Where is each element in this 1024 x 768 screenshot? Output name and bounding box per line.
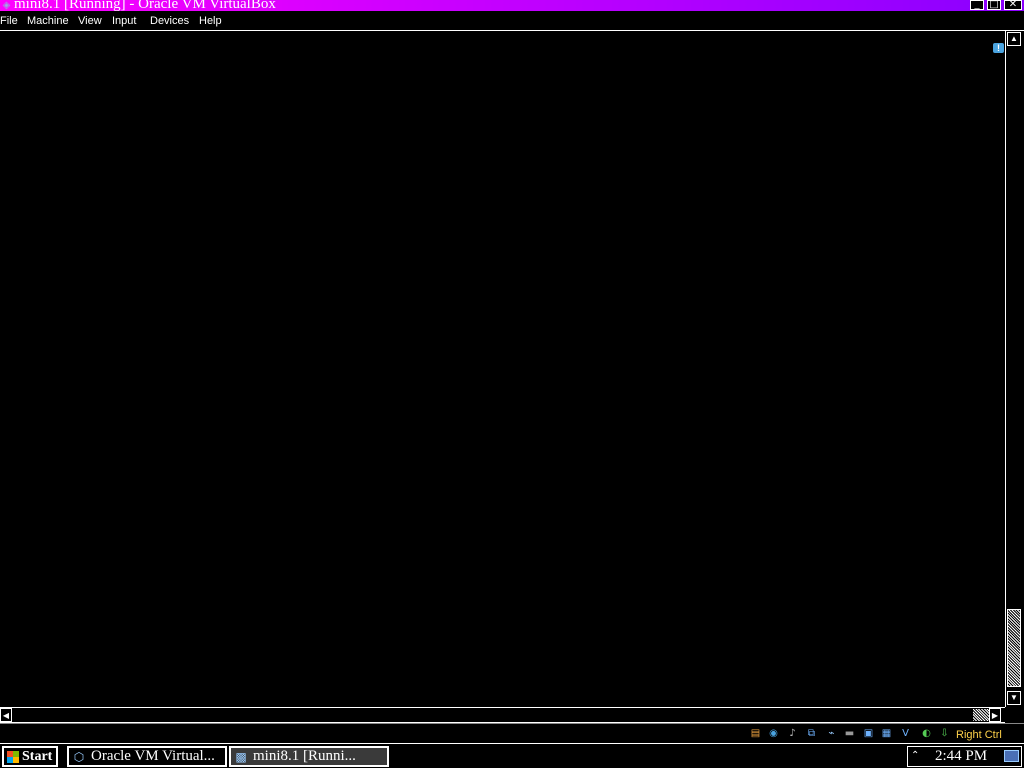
show-hidden-icons-icon[interactable]: ⌃ bbox=[911, 749, 919, 763]
keyboard-capture-icon[interactable]: ⇩ bbox=[938, 728, 951, 740]
scroll-up-arrow-icon[interactable]: ▲ bbox=[1007, 32, 1021, 46]
vm-status-bar: ▤ ◉ ♪ ⧉ ⌁ ▬ ▣ ▦ V ◐ ⇩ Right Ctrl bbox=[0, 723, 1024, 743]
taskbar-button-vm-window[interactable]: ▩ mini8.1 [Runni... bbox=[229, 746, 389, 767]
menu-input[interactable]: Input bbox=[112, 15, 136, 28]
minimize-icon[interactable]: _ bbox=[970, 0, 984, 10]
network-icon[interactable]: ⧉ bbox=[805, 728, 818, 740]
taskbar: Start ⬡ Oracle VM Virtual... ▩ mini8.1 [… bbox=[0, 743, 1024, 768]
menu-view[interactable]: View bbox=[78, 15, 102, 28]
vertical-scrollbar[interactable]: ▲ ▼ bbox=[1005, 31, 1022, 707]
close-icon[interactable]: ✕ bbox=[1004, 0, 1022, 10]
horizontal-scroll-thumb[interactable] bbox=[973, 709, 989, 721]
video-capture-icon[interactable]: ▦ bbox=[880, 728, 893, 740]
vertical-scroll-thumb[interactable] bbox=[1007, 609, 1021, 687]
menubar: File Machine View Input Devices Help bbox=[0, 11, 1024, 31]
menu-machine[interactable]: Machine bbox=[27, 15, 69, 28]
scroll-down-arrow-icon[interactable]: ▼ bbox=[1007, 691, 1021, 705]
window-title: mini8.1 [Running] - Oracle VM VirtualBox bbox=[14, 0, 276, 11]
usb-icon[interactable]: ⌁ bbox=[825, 728, 838, 740]
optical-drive-icon[interactable]: ◉ bbox=[767, 728, 780, 740]
scroll-left-arrow-icon[interactable]: ◀ bbox=[0, 708, 12, 722]
size-grip bbox=[1005, 707, 1022, 723]
scroll-right-arrow-icon[interactable]: ▶ bbox=[989, 708, 1001, 722]
hard-disk-icon[interactable]: ▤ bbox=[749, 728, 762, 740]
taskbar-button-virtualbox-manager[interactable]: ⬡ Oracle VM Virtual... bbox=[67, 746, 227, 767]
show-desktop-icon[interactable] bbox=[1004, 750, 1019, 762]
start-button[interactable]: Start bbox=[2, 746, 58, 767]
clock[interactable]: 2:44 PM bbox=[935, 748, 987, 765]
host-key-label[interactable]: Right Ctrl bbox=[956, 729, 1002, 741]
virtualbox-icon[interactable]: ◈ bbox=[1, 0, 12, 11]
virtualbox-manager-icon: ⬡ bbox=[73, 750, 85, 764]
message-info-icon[interactable]: ! bbox=[993, 43, 1004, 53]
system-tray: ⌃ 2:44 PM bbox=[907, 746, 1022, 767]
menu-file[interactable]: File bbox=[0, 15, 18, 28]
windows-logo-icon bbox=[7, 751, 19, 763]
virtualization-icon[interactable]: V bbox=[899, 728, 912, 740]
vm-window-icon: ▩ bbox=[235, 750, 247, 764]
shared-folders-icon[interactable]: ▬ bbox=[843, 728, 856, 740]
taskbar-button-label: mini8.1 [Runni... bbox=[253, 748, 356, 764]
display-icon[interactable]: ▣ bbox=[862, 728, 875, 740]
mouse-integration-icon[interactable]: ◐ bbox=[920, 728, 933, 740]
start-label: Start bbox=[22, 749, 53, 764]
menu-devices[interactable]: Devices bbox=[150, 15, 189, 28]
menu-help[interactable]: Help bbox=[199, 15, 222, 28]
window-titlebar[interactable]: ◈ mini8.1 [Running] - Oracle VM VirtualB… bbox=[0, 0, 1024, 11]
taskbar-button-label: Oracle VM Virtual... bbox=[91, 748, 215, 764]
audio-icon[interactable]: ♪ bbox=[786, 728, 799, 740]
maximize-icon[interactable]: □ bbox=[987, 0, 1001, 10]
vm-display[interactable] bbox=[0, 31, 1005, 706]
horizontal-scrollbar[interactable]: ◀ ▶ bbox=[0, 707, 1005, 723]
